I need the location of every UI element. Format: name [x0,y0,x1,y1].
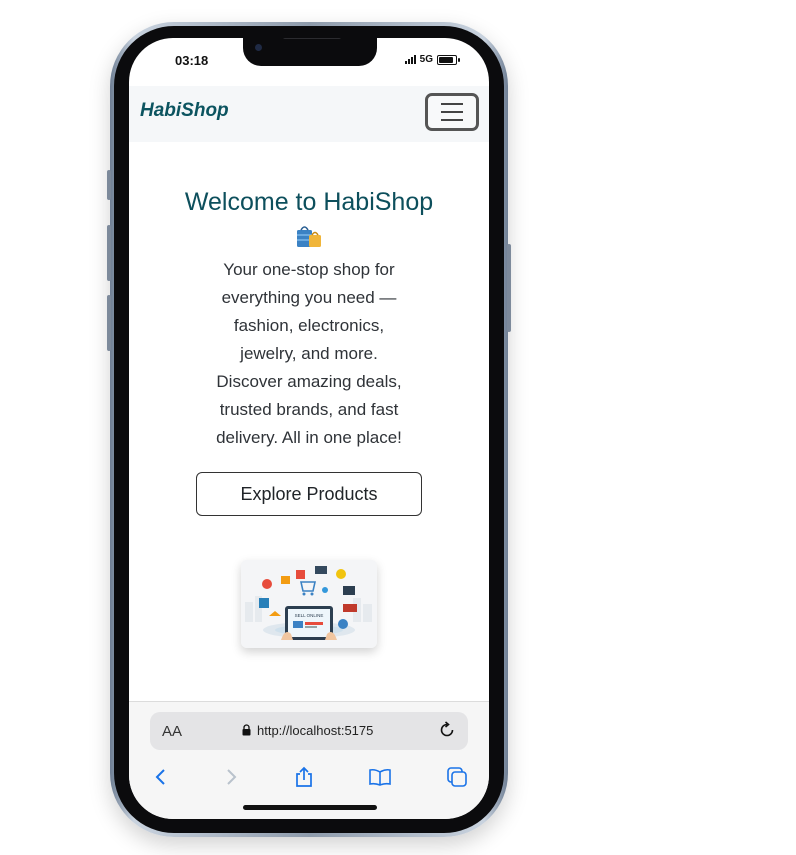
brand-logo[interactable]: HabiShop [140,100,229,122]
forward-icon[interactable] [220,766,242,788]
front-camera [255,44,262,51]
sell-online-label: SELL ONLINE [295,613,324,618]
text-size-button[interactable]: AA [162,723,182,740]
hero-description: Your one-stop shop for everything you ne… [216,260,402,447]
hero-illustration: SELL ONLINE [241,560,377,648]
network-label: 5G [419,54,433,65]
notch [243,38,377,66]
speaker-grille [283,38,341,39]
navbar: HabiShop [129,86,489,142]
phone-screen: 03:18 5G HabiShop Welcome to HabiShop Yo… [129,38,489,819]
online-shopping-illustration: SELL ONLINE [241,560,377,648]
url-text[interactable]: http://localhost:5175 [257,723,373,738]
browser-chrome: AA http://localhost:5175 [129,701,489,819]
power-button [507,244,511,332]
reload-icon[interactable] [438,721,456,739]
home-indicator[interactable] [243,805,377,810]
explore-products-button[interactable]: Explore Products [196,472,422,516]
bookmarks-icon[interactable] [369,766,391,788]
signal-icon [404,55,416,64]
back-icon[interactable] [150,766,172,788]
hamburger-icon [441,103,463,106]
status-indicators: 5G [404,54,460,65]
share-icon[interactable] [293,766,315,788]
lock-icon [242,724,251,736]
address-bar[interactable]: AA http://localhost:5175 [150,712,468,750]
volume-down-button [107,295,111,351]
volume-up-button [107,225,111,281]
hero-title: Welcome to HabiShop [184,188,434,216]
status-time: 03:18 [175,53,209,68]
silent-switch [107,170,111,200]
tabs-icon[interactable] [446,766,468,788]
shopping-bags-icon [297,226,321,247]
menu-toggle-button[interactable] [425,93,479,131]
battery-icon [437,54,460,65]
